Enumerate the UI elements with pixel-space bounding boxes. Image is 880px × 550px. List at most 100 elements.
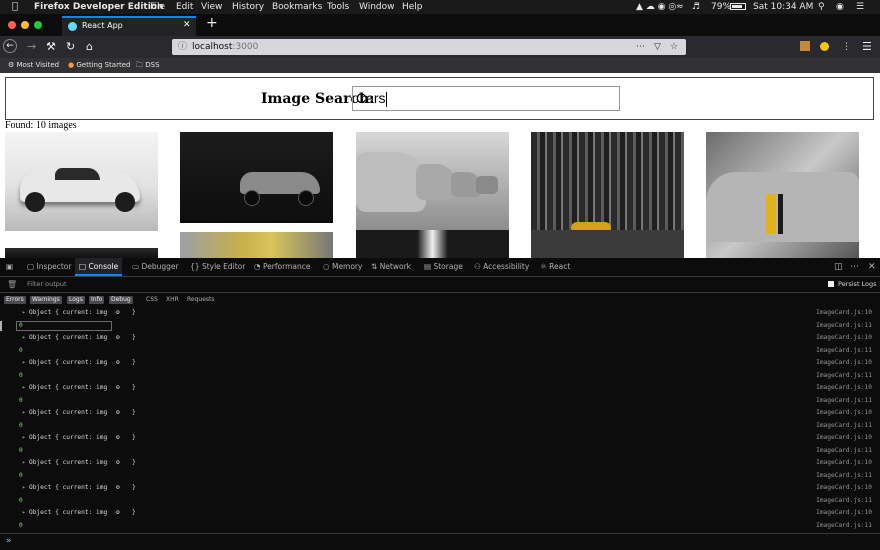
- reload-button[interactable]: ↻: [66, 36, 75, 58]
- notification-center-icon[interactable]: ☰: [856, 0, 864, 14]
- battery-percent[interactable]: 79%: [711, 0, 731, 14]
- log-source-link[interactable]: ImageCard.js:10: [816, 457, 872, 470]
- extension-more-icon[interactable]: ⋮: [842, 36, 851, 58]
- tab-console[interactable]: □ Console: [75, 258, 123, 276]
- developer-tools-icon[interactable]: ⚒: [46, 36, 56, 58]
- log-source-link[interactable]: ImageCard.js:11: [816, 520, 872, 533]
- log-source-link[interactable]: ImageCard.js:11: [816, 370, 872, 383]
- gear-icon[interactable]: ⚙: [116, 482, 120, 495]
- expand-arrow-icon[interactable]: ▸: [22, 307, 26, 320]
- image-search-input[interactable]: Cars: [352, 86, 620, 111]
- menu-bookmarks[interactable]: Bookmarks: [272, 0, 322, 14]
- spotlight-icon[interactable]: ⚲: [818, 0, 825, 14]
- gear-icon[interactable]: ⚙: [116, 332, 120, 345]
- filter-input[interactable]: Filter output: [27, 277, 807, 292]
- tab-style-editor[interactable]: {} Style Editor: [190, 258, 245, 276]
- devtools-close-icon[interactable]: ✕: [868, 258, 876, 276]
- log-row-object[interactable]: ▸ Object { current: img ⚙} ImageCard.js:10: [0, 332, 880, 345]
- gear-icon[interactable]: ⚙: [116, 307, 120, 320]
- tab-debugger[interactable]: ▭ Debugger: [132, 258, 179, 276]
- filter-info[interactable]: Info: [89, 296, 105, 304]
- persist-logs-checkbox[interactable]: [828, 281, 834, 287]
- expand-arrow-icon[interactable]: ▸: [22, 382, 26, 395]
- log-source-link[interactable]: ImageCard.js:11: [816, 420, 872, 433]
- gear-icon[interactable]: ⚙: [116, 432, 120, 445]
- log-source-link[interactable]: ImageCard.js:10: [816, 482, 872, 495]
- extension-sun-icon[interactable]: [820, 42, 829, 51]
- menu-window[interactable]: Window: [359, 0, 395, 14]
- trash-icon[interactable]: 🗑: [7, 277, 17, 292]
- menu-file[interactable]: File: [150, 0, 165, 14]
- log-source-link[interactable]: ImageCard.js:10: [816, 407, 872, 420]
- volume-icon[interactable]: ♬: [692, 0, 700, 14]
- image-card[interactable]: [356, 230, 509, 258]
- log-row-object[interactable]: ▸ Object { current: img ⚙} ImageCard.js:10: [0, 432, 880, 445]
- tab-performance[interactable]: ◔ Performance: [254, 258, 310, 276]
- filter-errors[interactable]: Errors: [4, 296, 26, 304]
- menu-app-name[interactable]: Firefox Developer Edition: [34, 0, 163, 14]
- image-card[interactable]: [531, 132, 684, 258]
- log-source-link[interactable]: ImageCard.js:10: [816, 357, 872, 370]
- tab-network[interactable]: ⇅ Network: [371, 258, 411, 276]
- filter-warnings[interactable]: Warnings: [30, 296, 62, 304]
- log-source-link[interactable]: ImageCard.js:11: [816, 345, 872, 358]
- gear-icon[interactable]: ⚙: [116, 407, 120, 420]
- wifi-icon[interactable]: ≈: [676, 0, 684, 14]
- menu-help[interactable]: Help: [402, 0, 423, 14]
- image-card[interactable]: [180, 232, 333, 258]
- menu-view[interactable]: View: [201, 0, 222, 14]
- new-tab-button[interactable]: +: [206, 15, 218, 31]
- gear-icon[interactable]: ⚙: [116, 507, 120, 520]
- url-bar[interactable]: ⓘ localhost:3000 ⋯ ▽ ☆: [172, 39, 686, 55]
- expand-arrow-icon[interactable]: ▸: [22, 407, 26, 420]
- bookmark-dss-folder[interactable]: 🗀 DSS: [136, 58, 160, 73]
- tab-storage[interactable]: ▤ Storage: [424, 258, 463, 276]
- page-actions-icon[interactable]: ⋯: [636, 39, 645, 55]
- clock[interactable]: Sat 10:34 AM: [753, 0, 813, 14]
- bookmark-star-icon[interactable]: ☆: [670, 39, 678, 55]
- image-card[interactable]: [706, 132, 859, 258]
- status-icons[interactable]: ▲ ☁ ◉ ◎: [636, 0, 676, 14]
- battery-icon[interactable]: [730, 3, 746, 10]
- back-button[interactable]: ←: [3, 39, 17, 53]
- log-row-object[interactable]: ▸ Object { current: img ⚙} ImageCard.js:10: [0, 457, 880, 470]
- menu-tools[interactable]: Tools: [327, 0, 349, 14]
- forward-button[interactable]: →: [27, 36, 36, 58]
- tab-accessibility[interactable]: ⚇ Accessibility: [474, 258, 529, 276]
- log-row-object[interactable]: ▸ Object { current: img ⚙} ImageCard.js:10: [0, 357, 880, 370]
- expand-arrow-icon[interactable]: ▸: [22, 332, 26, 345]
- apple-icon[interactable]: : [12, 0, 18, 14]
- extension-icon[interactable]: [800, 41, 810, 51]
- expand-arrow-icon[interactable]: ▸: [22, 457, 26, 470]
- filter-xhr[interactable]: XHR: [166, 296, 179, 304]
- window-close-button[interactable]: [8, 21, 16, 29]
- log-source-link[interactable]: ImageCard.js:11: [816, 395, 872, 408]
- devtools-menu-icon[interactable]: ⋯: [850, 258, 859, 276]
- image-card[interactable]: [5, 132, 158, 231]
- gear-icon[interactable]: ⚙: [116, 382, 120, 395]
- menu-edit[interactable]: Edit: [176, 0, 193, 14]
- image-card[interactable]: [5, 233, 158, 258]
- log-source-link[interactable]: ImageCard.js:10: [816, 507, 872, 520]
- home-button[interactable]: ⌂: [86, 36, 93, 58]
- log-row-object[interactable]: ▸ Object { current: img ⚙} ImageCard.js:10: [0, 307, 880, 320]
- menu-history[interactable]: History: [232, 0, 264, 14]
- log-source-link[interactable]: ImageCard.js:10: [816, 432, 872, 445]
- expand-arrow-icon[interactable]: ▸: [22, 482, 26, 495]
- filter-logs[interactable]: Logs: [67, 296, 85, 304]
- menu-hamburger-icon[interactable]: ☰: [862, 36, 872, 58]
- tab-inspector[interactable]: ▢ Inspector: [27, 258, 71, 276]
- tab-memory[interactable]: ○ Memory: [323, 258, 362, 276]
- log-source-link[interactable]: ImageCard.js:10: [816, 332, 872, 345]
- pocket-icon[interactable]: ▽: [654, 39, 661, 55]
- gear-icon[interactable]: ⚙: [116, 357, 120, 370]
- log-source-link[interactable]: ImageCard.js:10: [816, 382, 872, 395]
- log-source-link[interactable]: ImageCard.js:11: [816, 495, 872, 508]
- expand-arrow-icon[interactable]: ▸: [22, 357, 26, 370]
- dock-toggle-icon[interactable]: ◫: [834, 258, 843, 276]
- log-source-link[interactable]: ImageCard.js:11: [816, 445, 872, 458]
- image-card[interactable]: [180, 132, 333, 223]
- console-input[interactable]: »: [0, 533, 880, 550]
- tab-close-icon[interactable]: ✕: [183, 20, 191, 30]
- expand-arrow-icon[interactable]: ▸: [22, 507, 26, 520]
